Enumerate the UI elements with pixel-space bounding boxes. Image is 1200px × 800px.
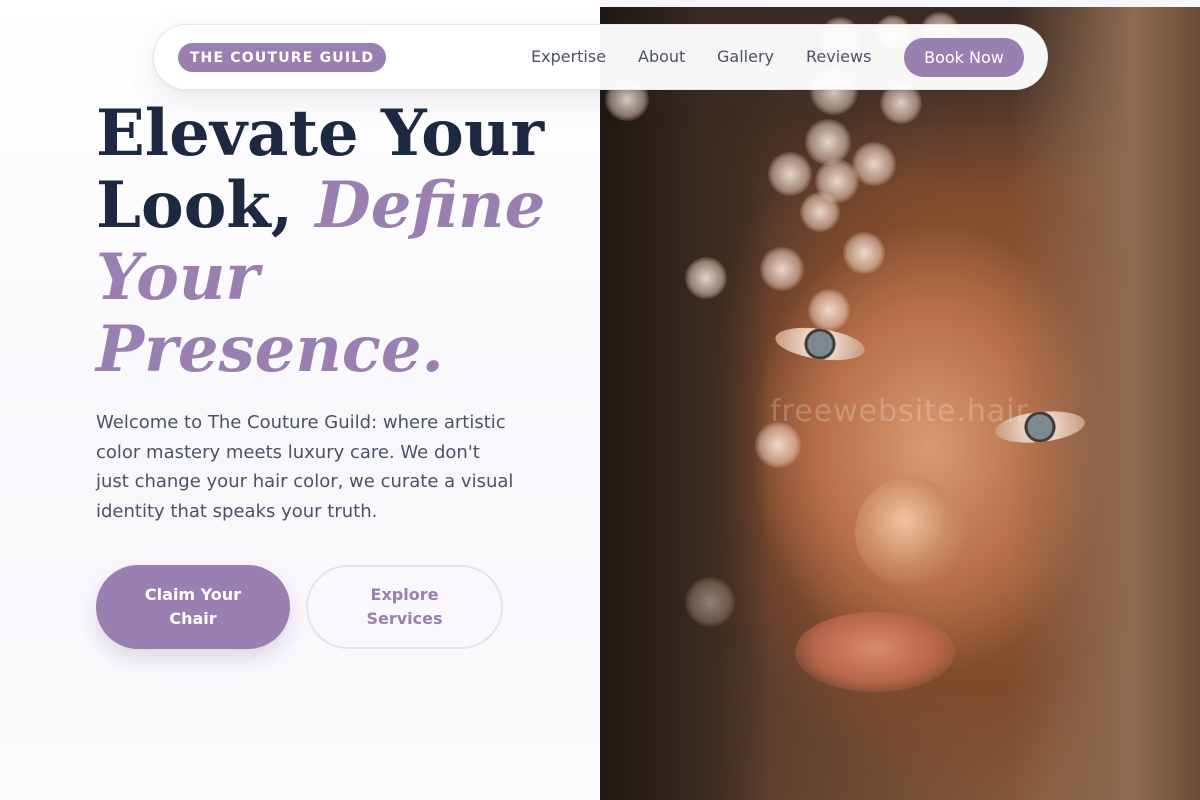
brand-logo[interactable]: THE COUTURE GUILD <box>178 43 386 72</box>
headline-plain-text: Look, <box>96 168 316 243</box>
portrait-nose <box>855 477 965 587</box>
bokeh-light <box>685 577 735 627</box>
portrait-lips <box>795 612 955 692</box>
hair-shading-right <box>1010 7 1200 800</box>
hero-headline: Elevate Your Look, Define Your Presence. <box>96 98 556 386</box>
top-navigation-bar: THE COUTURE GUILD Expertise About Galler… <box>153 24 1048 90</box>
nav-link-expertise[interactable]: Expertise <box>531 47 606 66</box>
hair-shading-left <box>600 7 770 800</box>
nav-link-gallery[interactable]: Gallery <box>717 47 774 66</box>
image-watermark: freewebsite.hair <box>770 394 1029 429</box>
headline-accent-text: Define <box>315 168 546 243</box>
explore-services-button[interactable]: Explore Services <box>306 565 503 649</box>
claim-your-chair-button[interactable]: Claim Your Chair <box>96 565 290 649</box>
headline-line-4: Presence. <box>96 312 444 387</box>
bokeh-light <box>800 192 840 232</box>
nav-link-reviews[interactable]: Reviews <box>806 47 871 66</box>
bokeh-light <box>805 119 851 165</box>
book-now-button[interactable]: Book Now <box>904 38 1024 77</box>
bokeh-light <box>685 257 727 299</box>
bokeh-light <box>843 232 885 274</box>
hero-portrait-image: freewebsite.hair <box>600 7 1200 800</box>
bokeh-light <box>768 152 812 196</box>
nav-link-about[interactable]: About <box>638 47 685 66</box>
headline-line-3: Your <box>96 240 260 315</box>
bokeh-light <box>760 247 804 291</box>
headline-line-2: Look, Define <box>96 170 556 242</box>
hero-intro-text: Welcome to The Couture Guild: where arti… <box>96 412 514 522</box>
bokeh-light <box>808 289 850 331</box>
headline-line-1: Elevate Your <box>96 96 545 171</box>
